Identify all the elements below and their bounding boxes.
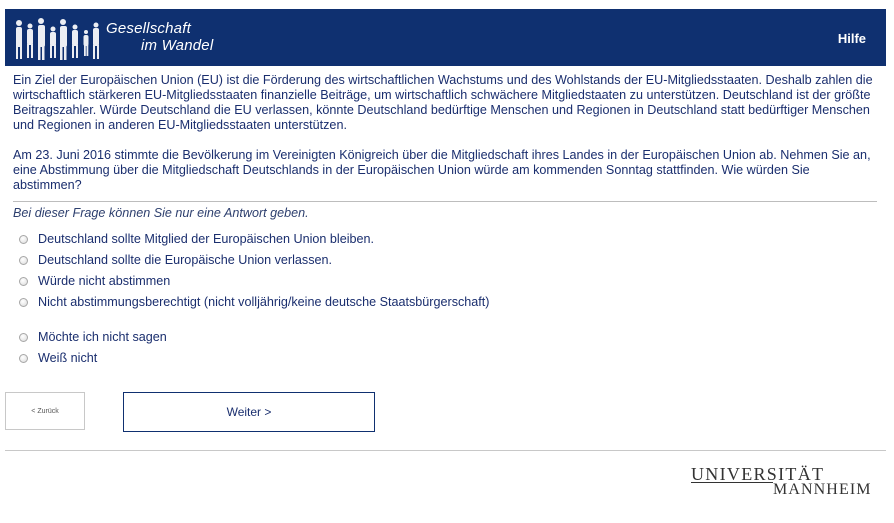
logo-line-2: im Wandel [141, 37, 214, 54]
radio-button[interactable] [19, 332, 28, 342]
header-bar: Gesellschaft im Wandel Hilfe [5, 9, 886, 66]
option-label: Nicht abstimmungsberechtigt (nicht vollj… [38, 295, 490, 309]
option-label: Deutschland sollte Mitglied der Europäis… [38, 232, 375, 246]
radio-button[interactable] [19, 353, 28, 363]
option-dont-know[interactable]: Weiß nicht [19, 351, 97, 365]
uni-logo-line-2: MANNHEIM [773, 481, 872, 498]
option-label: Würde nicht abstimmen [38, 274, 171, 288]
footer-divider [5, 450, 886, 451]
back-button[interactable]: < Zurück [5, 392, 85, 430]
next-button[interactable]: Weiter > [123, 392, 375, 432]
logo-text: Gesellschaft im Wandel [106, 20, 213, 54]
radio-button[interactable] [19, 255, 28, 265]
question-text: Ein Ziel der Europäischen Union (EU) ist… [13, 73, 877, 193]
option-would-not-vote[interactable]: Würde nicht abstimmen [19, 274, 170, 288]
option-remain[interactable]: Deutschland sollte Mitglied der Europäis… [19, 232, 374, 246]
help-link[interactable]: Hilfe [838, 31, 866, 46]
option-label: Deutschland sollte die Europäische Union… [38, 253, 333, 267]
logo-line-1: Gesellschaft [106, 20, 191, 37]
people-silhouette-icon [16, 18, 99, 60]
option-label: Weiß nicht [38, 351, 98, 365]
uni-logo-bar [691, 482, 773, 483]
option-prefer-not-say[interactable]: Möchte ich nicht sagen [19, 330, 167, 344]
universitaet-mannheim-logo: UNIVERSITÄT MANNHEIM [691, 464, 871, 500]
question-paragraph-1: Ein Ziel der Europäischen Union (EU) ist… [13, 73, 873, 132]
option-label: Möchte ich nicht sagen [38, 330, 167, 344]
option-not-eligible[interactable]: Nicht abstimmungsberechtigt (nicht vollj… [19, 295, 490, 309]
divider [13, 201, 877, 202]
radio-button[interactable] [19, 276, 28, 286]
answer-hint: Bei dieser Frage können Sie nur eine Ant… [13, 206, 309, 220]
gesellschaft-im-wandel-logo: Gesellschaft im Wandel [5, 9, 217, 66]
radio-button[interactable] [19, 297, 28, 307]
question-paragraph-2: Am 23. Juni 2016 stimmte die Bevölkerung… [13, 148, 871, 192]
option-leave[interactable]: Deutschland sollte die Europäische Union… [19, 253, 332, 267]
radio-button[interactable] [19, 234, 28, 244]
